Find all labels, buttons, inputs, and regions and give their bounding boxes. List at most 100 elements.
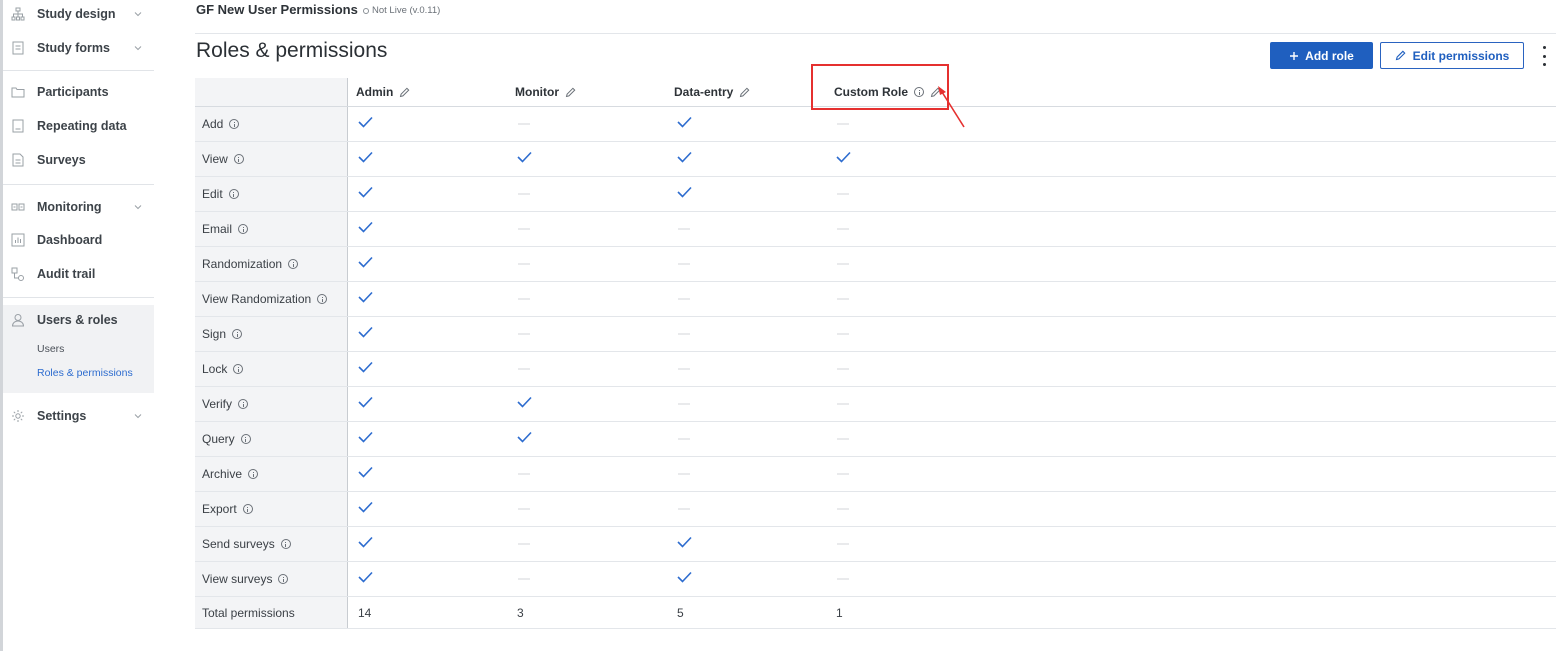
sidebar: Study design Study forms Participants Re… xyxy=(3,0,169,651)
column-header-admin[interactable]: Admin xyxy=(356,85,410,99)
row-label-cell: View surveys xyxy=(195,562,348,596)
plus-icon xyxy=(1290,51,1299,60)
checkmark-icon xyxy=(517,395,532,413)
checkmark-icon xyxy=(358,465,373,483)
column-header-monitor[interactable]: Monitor xyxy=(515,85,576,99)
permission-label: Sign xyxy=(202,327,227,341)
table-row: Verify xyxy=(195,387,1556,422)
column-header-data-entry[interactable]: Data-entry xyxy=(674,85,750,99)
sidebar-item-repeating-data[interactable]: Repeating data xyxy=(3,111,154,141)
permission-name: Send surveys xyxy=(202,537,291,551)
checkmark-icon xyxy=(358,430,373,448)
sidebar-item-label: Audit trail xyxy=(37,267,96,281)
permission-label: Verify xyxy=(202,397,233,411)
sidebar-item-label: Settings xyxy=(37,409,87,423)
table-row: Sign xyxy=(195,317,1556,352)
sidebar-divider xyxy=(3,70,154,71)
pencil-icon[interactable] xyxy=(399,87,410,98)
permission-label: Lock xyxy=(202,362,228,376)
permission-label: View surveys xyxy=(202,572,273,586)
sidebar-item-study-forms[interactable]: Study forms xyxy=(3,33,154,63)
info-icon[interactable] xyxy=(238,224,249,234)
dash-icon xyxy=(518,193,530,195)
status-dot-icon xyxy=(363,7,369,14)
info-icon[interactable] xyxy=(317,294,328,304)
sidebar-item-users-roles[interactable]: Users & roles xyxy=(3,305,154,335)
sidebar-item-participants[interactable]: Participants xyxy=(3,77,154,107)
info-icon[interactable] xyxy=(238,399,249,409)
info-icon[interactable] xyxy=(233,364,244,374)
pencil-icon[interactable] xyxy=(739,87,750,98)
checkmark-icon xyxy=(358,395,373,413)
info-icon[interactable] xyxy=(228,189,239,199)
pencil-icon[interactable] xyxy=(565,87,576,98)
dash-icon xyxy=(678,508,690,510)
status-text: Not Live (v.0.11) xyxy=(372,5,441,16)
chevron-down-icon xyxy=(134,414,142,419)
document-icon xyxy=(11,119,25,133)
checkmark-icon xyxy=(836,150,851,168)
table-row: View Randomization xyxy=(195,282,1556,317)
add-role-button[interactable]: Add role xyxy=(1270,42,1373,69)
info-icon[interactable] xyxy=(280,539,291,549)
sidebar-item-audit-trail[interactable]: Audit trail xyxy=(3,259,154,289)
info-icon[interactable] xyxy=(233,154,244,164)
table-row: Email xyxy=(195,212,1556,247)
dash-icon xyxy=(518,473,530,475)
info-icon[interactable] xyxy=(240,434,251,444)
info-icon[interactable] xyxy=(288,259,299,269)
status-badge: Not Live (v.0.11) xyxy=(363,5,440,16)
sidebar-item-settings[interactable]: Settings xyxy=(3,401,154,431)
row-label-cell: Archive xyxy=(195,457,348,491)
sidebar-item-dashboard[interactable]: Dashboard xyxy=(3,225,154,255)
edit-permissions-button[interactable]: Edit permissions xyxy=(1380,42,1524,69)
sidebar-item-label: Study forms xyxy=(37,41,110,55)
dash-icon xyxy=(837,333,849,335)
hierarchy-icon xyxy=(11,7,25,21)
checkmark-icon xyxy=(358,500,373,518)
dash-icon xyxy=(678,368,690,370)
sidebar-subitem-roles-permissions[interactable]: Roles & permissions xyxy=(37,367,133,379)
dash-icon xyxy=(837,403,849,405)
dash-icon xyxy=(678,263,690,265)
row-label-cell: View Randomization xyxy=(195,282,348,316)
dash-icon xyxy=(678,473,690,475)
checkmark-icon xyxy=(358,185,373,203)
permission-name: Export xyxy=(202,502,253,516)
dash-icon xyxy=(837,123,849,125)
chevron-down-icon xyxy=(134,12,142,17)
add-role-label: Add role xyxy=(1305,48,1354,63)
sidebar-item-study-design[interactable]: Study design xyxy=(3,0,154,29)
dash-icon xyxy=(837,228,849,230)
permission-label: Randomization xyxy=(202,257,283,271)
sidebar-item-surveys[interactable]: Surveys xyxy=(3,145,154,175)
checkmark-icon xyxy=(677,150,692,168)
user-icon xyxy=(11,313,25,327)
info-icon[interactable] xyxy=(248,469,259,479)
more-options-icon[interactable] xyxy=(1539,46,1549,66)
column-header-label: Data-entry xyxy=(674,85,734,99)
chevron-down-icon xyxy=(134,205,142,210)
page-title: Roles & permissions xyxy=(196,39,388,62)
row-label-cell: Total permissions xyxy=(195,597,348,628)
info-icon[interactable] xyxy=(278,574,289,584)
dash-icon xyxy=(518,578,530,580)
permission-name: Archive xyxy=(202,467,259,481)
permission-name: Verify xyxy=(202,397,249,411)
checkmark-icon xyxy=(677,535,692,553)
info-icon[interactable] xyxy=(232,329,243,339)
table-row: Add xyxy=(195,107,1556,142)
totals-label: Total permissions xyxy=(202,605,295,620)
chart-icon xyxy=(11,233,25,247)
table-row: Lock xyxy=(195,352,1556,387)
permission-label: Export xyxy=(202,502,237,516)
permission-name: Email xyxy=(202,222,249,236)
sidebar-item-monitoring[interactable]: Monitoring xyxy=(3,192,154,222)
info-icon[interactable] xyxy=(242,504,253,514)
column-header-label: Admin xyxy=(356,85,394,99)
info-icon[interactable] xyxy=(229,119,240,129)
pencil-icon xyxy=(1395,50,1406,61)
row-label-cell: View xyxy=(195,142,348,176)
sidebar-subitem-users[interactable]: Users xyxy=(37,343,64,355)
study-title: GF New User Permissions xyxy=(196,2,358,17)
